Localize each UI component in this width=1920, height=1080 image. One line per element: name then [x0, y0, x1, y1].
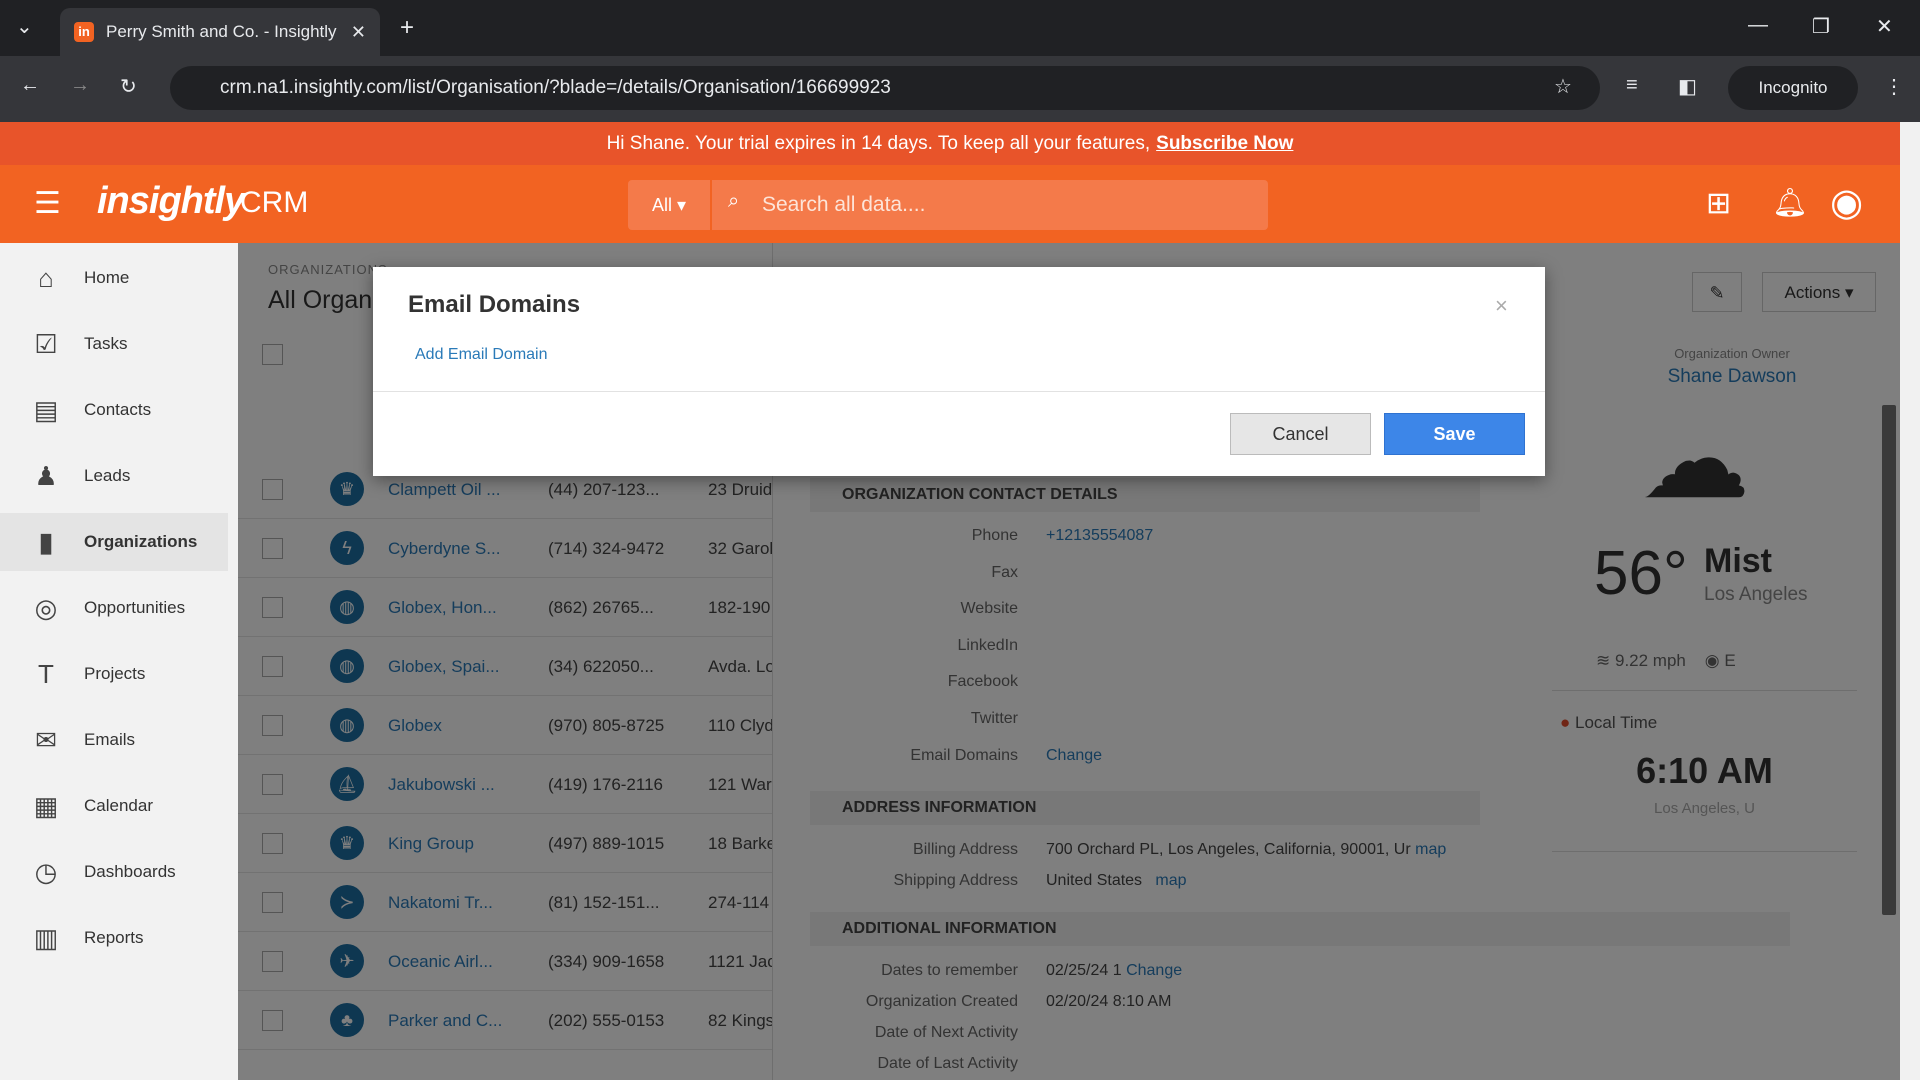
browser-tab[interactable]: in Perry Smith and Co. - Insightly ✕ — [60, 8, 380, 56]
user-avatar-icon[interactable]: ◉ — [1830, 180, 1863, 225]
sidebar-item-label: Leads — [84, 466, 131, 485]
close-tab-icon[interactable]: ✕ — [351, 22, 366, 43]
reports-icon: ▥ — [33, 923, 59, 953]
close-icon[interactable]: × — [1495, 293, 1508, 319]
incognito-badge[interactable]: Incognito — [1728, 66, 1858, 110]
save-button[interactable]: Save — [1384, 413, 1525, 455]
modal-divider — [373, 391, 1545, 392]
menu-dots-icon[interactable]: ⋮ — [1884, 74, 1904, 99]
sidebar: ⌂ Home ☑ Tasks ▤ Contacts ♟ Leads ▮ Organizations… — [0, 243, 238, 1080]
sidebar-item-label: Projects — [84, 664, 146, 683]
sidebar-item-calendar[interactable]: ▦ Calendar — [0, 777, 228, 835]
back-icon[interactable]: ← — [20, 74, 40, 97]
sidebar-item-label: Calendar — [84, 796, 153, 815]
side-panel-icon[interactable]: ◧ — [1678, 74, 1697, 99]
sidebar-item-home[interactable]: ⌂ Home — [0, 249, 228, 307]
sidebar-item-label: Home — [84, 268, 130, 287]
sidebar-item-emails[interactable]: ✉ Emails — [0, 711, 228, 769]
add-icon[interactable]: ⊞ — [1706, 186, 1731, 221]
cancel-button[interactable]: Cancel — [1230, 413, 1371, 455]
insightly-logo[interactable]: insightly — [97, 180, 245, 223]
sidebar-item-leads[interactable]: ♟ Leads — [0, 447, 228, 505]
sidebar-item-label: Emails — [84, 730, 136, 749]
sidebar-item-organizations[interactable]: ▮ Organizations — [0, 513, 228, 571]
emails-icon: ✉ — [35, 725, 57, 755]
leads-icon: ♟ — [34, 461, 58, 491]
url-field[interactable]: crm.na1.insightly.com/list/Organisation/… — [170, 66, 1600, 110]
sidebar-item-reports[interactable]: ▥ Reports — [0, 909, 228, 967]
organizations-icon: ▮ — [38, 527, 54, 557]
search-scope-dropdown[interactable]: All ▾ — [628, 180, 710, 230]
hamburger-menu-icon[interactable]: ☰ — [34, 186, 61, 221]
panel-scrollbar-thumb[interactable] — [1882, 405, 1896, 915]
minimize-icon[interactable]: — — [1748, 14, 1768, 37]
calendar-icon: ▦ — [33, 791, 59, 821]
projects-icon: T — [38, 659, 54, 689]
add-email-domain-link[interactable]: Add Email Domain — [415, 346, 548, 364]
restore-icon[interactable]: ❐ — [1812, 14, 1830, 39]
sidebar-item-projects[interactable]: T Projects — [0, 645, 228, 703]
sidebar-item-label: Contacts — [84, 400, 152, 419]
close-window-icon[interactable]: ✕ — [1876, 14, 1893, 39]
notifications-bell-icon[interactable]: 🔔︎ — [1772, 186, 1808, 219]
sidebar-item-label: Organizations — [84, 532, 198, 551]
search-input[interactable] — [712, 180, 1268, 230]
email-domains-modal: Email Domains × Add Email Domain Cancel … — [373, 267, 1545, 476]
sidebar-item-tasks[interactable]: ☑ Tasks — [0, 315, 228, 373]
sidebar-item-contacts[interactable]: ▤ Contacts — [0, 381, 228, 439]
bookmark-star-icon[interactable]: ☆ — [1554, 74, 1572, 99]
media-icon[interactable]: ≡ — [1626, 74, 1638, 97]
sidebar-item-label: Reports — [84, 928, 144, 947]
favicon-icon: in — [74, 22, 94, 42]
sidebar-item-label: Dashboards — [84, 862, 176, 881]
dashboards-icon: ◷ — [34, 857, 58, 887]
new-tab-icon[interactable]: + — [400, 14, 414, 42]
reload-icon[interactable]: ↻ — [120, 74, 137, 99]
tab-title: Perry Smith and Co. - Insightly — [106, 22, 337, 41]
tasks-icon: ☑ — [34, 329, 58, 359]
product-name: CRM — [240, 186, 309, 219]
home-icon: ⌂ — [38, 263, 54, 293]
modal-title: Email Domains — [408, 291, 581, 318]
contacts-icon: ▤ — [33, 395, 59, 425]
sidebar-item-label: Tasks — [84, 334, 128, 353]
banner-text: Hi Shane. Your trial expires in 14 days.… — [606, 133, 1151, 154]
tab-search-icon[interactable]: ⌄ — [16, 14, 33, 39]
subscribe-now-link[interactable]: Subscribe Now — [1156, 133, 1293, 154]
search-icon: ⌕ — [728, 190, 740, 212]
sidebar-item-opportunities[interactable]: ◎ Opportunities — [0, 579, 228, 637]
forward-icon[interactable]: → — [70, 74, 90, 97]
sidebar-item-dashboards[interactable]: ◷ Dashboards — [0, 843, 228, 901]
opportunities-icon: ◎ — [34, 593, 58, 623]
scope-label: All — [651, 195, 672, 215]
sidebar-item-label: Opportunities — [84, 598, 186, 617]
page-scrollbar[interactable] — [1900, 122, 1920, 1080]
trial-banner: Hi Shane. Your trial expires in 14 days.… — [0, 122, 1900, 165]
